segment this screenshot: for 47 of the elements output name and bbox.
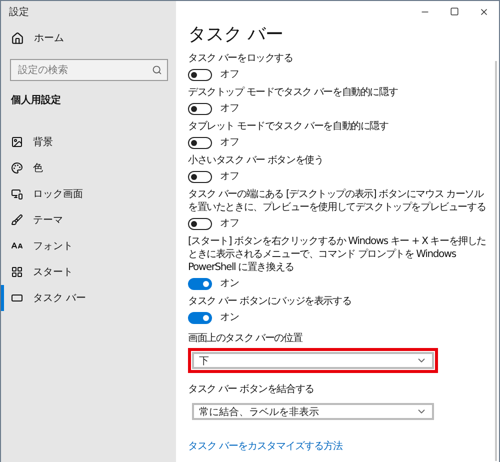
toggle-state: オン [220, 277, 239, 290]
home-icon [11, 32, 24, 44]
toggle-state: オン [220, 311, 239, 324]
grid-icon [11, 266, 23, 278]
picture-icon [11, 136, 23, 148]
setting-label: デスクトップ モードでタスク バーを自動的に隠す [188, 86, 399, 99]
toggle-state: オフ [220, 217, 239, 230]
home-item[interactable]: ホーム [1, 25, 176, 51]
setting-label: 小さいタスク バー ボタンを使う [188, 154, 324, 167]
setting-label: タスク バーの端にある [デスクトップの表示] ボタンにマウス カーソルを置いたときに、プレビューを使用してデスクトップをプレビューする [188, 188, 487, 214]
window-title: 設定 [8, 6, 30, 20]
lock-screen-icon [11, 188, 23, 200]
taskbar-icon [11, 292, 23, 304]
search-icon [152, 65, 162, 75]
palette-icon [11, 162, 23, 174]
search-input[interactable]: 設定の検索 [16, 64, 146, 76]
toggle-switch[interactable] [188, 312, 212, 324]
toggle-switch[interactable] [188, 218, 212, 230]
dropdown[interactable]: 下 [188, 348, 438, 373]
maximize-icon[interactable] [450, 7, 459, 16]
toggle-state: オフ [220, 170, 239, 183]
sidebar-item[interactable]: 色 [1, 155, 176, 181]
sidebar-item[interactable]: フォント [1, 233, 176, 259]
page-title: タスク バー [188, 23, 285, 47]
sidebar-item[interactable]: 背景 [1, 129, 176, 155]
close-icon[interactable] [479, 7, 489, 17]
toggle-switch[interactable] [188, 102, 212, 114]
search-field[interactable]: 設定の検索 [10, 59, 168, 81]
setting-label: タスク バーをロックする [188, 52, 294, 65]
sidebar-item[interactable]: テーマ [1, 207, 176, 233]
help-link[interactable]: タスク バーをカスタマイズする方法 [188, 439, 491, 453]
toggle-switch[interactable] [188, 170, 212, 182]
toggle-switch[interactable] [188, 68, 212, 80]
toggle-switch[interactable] [188, 278, 212, 290]
toggle-state: オフ [220, 136, 239, 149]
sidebar-item[interactable]: スタート [1, 259, 176, 285]
brush-icon [11, 214, 23, 226]
setting-label: [スタート] ボタンを右クリックするか Windows キー + X キーを押したときに表示されるメニューで、コマンド プロンプトを Windows PowerShell に置き換える [188, 235, 488, 274]
dropdown-label: 画面上のタスク バーの位置 [188, 332, 304, 345]
toggle-state: オフ [220, 68, 239, 81]
dropdown-label: タスク バー ボタンを結合する [188, 383, 315, 396]
section-heading: 個人用設定 [10, 93, 62, 107]
setting-label: タスク バー ボタンにバッジを表示する [188, 295, 352, 308]
toggle-switch[interactable] [188, 136, 212, 148]
toggle-state: オフ [220, 102, 239, 115]
setting-label: タブレット モードでタスク バーを自動的に隠す [188, 120, 390, 133]
sidebar-item[interactable]: ロック画面 [1, 181, 176, 207]
